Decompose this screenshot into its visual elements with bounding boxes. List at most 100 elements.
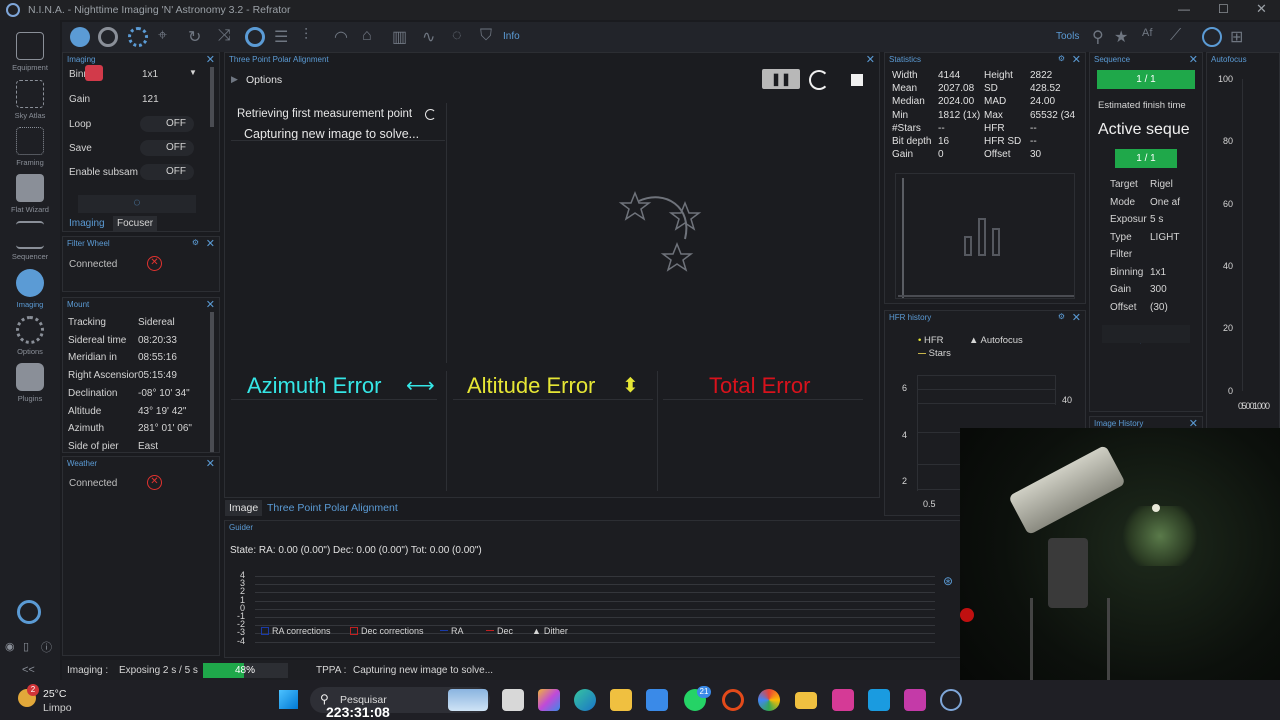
stop-button[interactable] [847, 70, 867, 90]
scrollbar[interactable] [210, 312, 214, 452]
settings-icon[interactable]: ⚙ [1058, 312, 1065, 321]
target-icon[interactable] [245, 27, 265, 47]
guider-icon[interactable]: ⤨ [218, 27, 231, 45]
store-icon[interactable] [610, 689, 632, 711]
save-toggle[interactable]: OFF [140, 140, 194, 156]
guider-y-tick: -4 [236, 635, 245, 646]
tab-focuser[interactable]: Focuser [113, 216, 158, 231]
title-bar: N.I.N.A. - Nighttime Imaging 'N' Astrono… [0, 0, 1280, 20]
app-cube-icon[interactable] [646, 689, 668, 711]
right-tick: 40 [1062, 395, 1073, 405]
arc-icon[interactable]: ◠ [334, 27, 348, 47]
y-tick: 40 [1223, 261, 1234, 271]
loop-toggle[interactable]: OFF [140, 116, 194, 132]
book-icon[interactable]: ▯ [23, 640, 29, 653]
gain-input[interactable]: 121 [142, 94, 159, 105]
grid-icon[interactable]: ⊞ [1230, 27, 1243, 47]
disconnected-icon[interactable]: ✕ [147, 256, 162, 271]
history-icon[interactable] [1202, 27, 1222, 47]
pin-icon[interactable]: ⚲ [1092, 27, 1104, 47]
clock: 223:31:08 [326, 704, 390, 720]
nina-taskbar-icon[interactable] [940, 689, 962, 711]
active-sequence-title: Active seque [1098, 121, 1190, 138]
close-icon[interactable]: ✕ [206, 298, 215, 311]
stat-value: 0 [938, 149, 944, 161]
app-tile-icon[interactable] [868, 689, 890, 711]
stat-label: #Stars [892, 122, 921, 134]
pause-button[interactable]: ❚❚ [762, 69, 800, 89]
close-icon[interactable]: ✕ [206, 237, 215, 250]
histogram-spike [902, 178, 904, 298]
capture-button[interactable]: ◌ [78, 195, 196, 213]
maximize-button[interactable]: ☐ [1218, 2, 1229, 16]
chrome-icon[interactable] [758, 689, 780, 711]
expand-icon[interactable]: ▶ [231, 74, 238, 85]
subsample-toggle[interactable]: OFF [140, 164, 194, 180]
list-icon[interactable]: ☰ [274, 27, 288, 47]
settings-icon[interactable]: ⚙ [1058, 54, 1065, 63]
tab-tppa[interactable]: Three Point Polar Alignment [267, 502, 398, 514]
tab-image[interactable]: Image [225, 500, 263, 516]
close-icon[interactable]: ✕ [1189, 53, 1198, 66]
guider-settings-icon[interactable]: ⊛ [943, 574, 953, 588]
sliders-icon[interactable]: ⫶ [304, 27, 308, 45]
opera-icon[interactable] [722, 689, 744, 711]
onenote-icon[interactable] [832, 689, 854, 711]
close-icon[interactable]: ✕ [1072, 311, 1081, 324]
dome-icon[interactable]: ⌂ [362, 27, 372, 45]
close-icon[interactable]: ✕ [206, 457, 215, 470]
options-label[interactable]: Options [246, 74, 282, 86]
crosshair-icon[interactable]: ⌖ [158, 27, 167, 45]
info-icon[interactable]: ⓘ [41, 639, 52, 655]
active-progress: 1 / 1 [1115, 149, 1177, 168]
rotator-icon[interactable]: ↻ [188, 27, 201, 47]
task-view-icon[interactable] [502, 689, 524, 711]
tools-label[interactable]: Tools [1056, 31, 1079, 42]
nav-flat-wizard[interactable]: Flat Wizard [0, 174, 60, 214]
pink-app-icon[interactable] [904, 689, 926, 711]
filter-wheel-icon[interactable] [98, 27, 118, 47]
panel-header: Filter Wheel ⚙ ✕ [63, 237, 219, 250]
edge-icon[interactable] [574, 689, 596, 711]
start-icon[interactable] [279, 690, 298, 709]
panel-header: HFR history ⚙ ✕ [885, 311, 1085, 324]
close-button[interactable]: ✕ [1256, 1, 1267, 17]
info-tab[interactable]: Info [503, 31, 520, 42]
close-icon[interactable]: ✕ [1072, 53, 1081, 66]
close-icon[interactable]: ✕ [866, 53, 875, 66]
wave-icon[interactable]: ∿ [422, 27, 435, 47]
close-icon[interactable]: ✕ [206, 53, 215, 66]
power-icon[interactable] [17, 600, 41, 624]
sequence-row-label: Offset [1110, 301, 1137, 313]
y-tick: 0 [1228, 386, 1234, 396]
ruler-icon[interactable]: ⟋ [1170, 27, 1181, 45]
mount-icon[interactable] [128, 27, 148, 47]
minimize-button[interactable]: — [1178, 2, 1190, 16]
collapse-icon[interactable]: << [22, 664, 35, 676]
nav-sky-atlas[interactable]: Sky Atlas [0, 80, 60, 120]
camera-icon[interactable] [70, 27, 90, 47]
tab-imaging[interactable]: Imaging [69, 218, 105, 229]
nav-plugins[interactable]: Plugins [0, 363, 60, 403]
nav-equipment[interactable]: Equipment [0, 32, 60, 72]
eye-icon[interactable]: ◉ [5, 640, 15, 653]
shield-icon[interactable]: ⛉ [480, 27, 492, 45]
star-icon[interactable]: ★ [1114, 27, 1128, 47]
chart-bars-icon[interactable]: ▥ [392, 27, 407, 47]
af-icon[interactable]: ᴬᶠ [1142, 27, 1153, 45]
bulb-icon[interactable]: ◌ [452, 27, 462, 45]
record-icon[interactable] [85, 65, 103, 81]
nav-sequencer[interactable]: Sequencer [0, 221, 60, 261]
scrollbar[interactable] [210, 67, 214, 127]
settings-icon[interactable]: ⚙ [192, 238, 199, 247]
stat-value: 2024.00 [938, 96, 975, 108]
copilot-icon[interactable] [538, 689, 560, 711]
x-tick: 0.5 [923, 499, 936, 509]
nav-imaging[interactable]: Imaging [0, 269, 60, 309]
panel-header: Weather ✕ [63, 457, 219, 470]
disconnected-icon[interactable]: ✕ [147, 475, 162, 490]
folder-icon[interactable] [795, 692, 817, 709]
small-spinner-icon [425, 109, 436, 120]
nav-options[interactable]: Options [0, 316, 60, 356]
nav-framing[interactable]: Framing [0, 127, 60, 167]
